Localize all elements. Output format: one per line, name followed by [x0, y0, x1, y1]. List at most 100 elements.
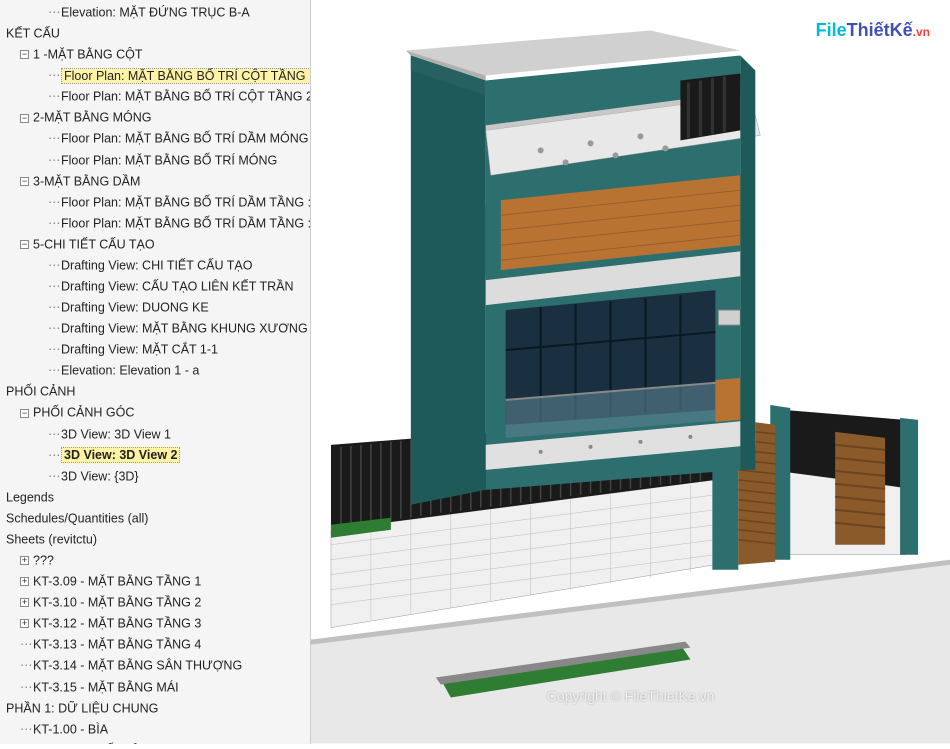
tree-container: ⋯Elevation: MẶT ĐỨNG TRỤC B-AKẾT CẤU−1 -…	[0, 2, 310, 744]
tree-node-35[interactable]: ⋯KT-1.01 - PHỐI CẢNH	[0, 740, 310, 744]
tree-node-10[interactable]: ⋯ Floor Plan: MẶT BẰNG BỐ TRÍ DẦM TẦNG :	[0, 213, 310, 234]
tree-node-label[interactable]: KT-3.12 - MẶT BẰNG TẦNG 3	[33, 617, 201, 631]
tree-node-label[interactable]: KT-3.15 - MẶT BẰNG MÁI	[33, 680, 179, 694]
tree-connector-icon: ⋯	[48, 467, 57, 486]
collapse-icon[interactable]: −	[20, 240, 29, 249]
tree-node-11[interactable]: −5-CHI TIẾT CẤU TẠO	[0, 234, 310, 255]
tree-node-27[interactable]: + KT-3.09 - MẶT BẰNG TẦNG 1	[0, 571, 310, 592]
expand-icon[interactable]: +	[20, 598, 29, 607]
tree-connector-icon: ⋯	[48, 256, 57, 275]
collapse-icon[interactable]: −	[20, 114, 29, 123]
tree-connector-icon: ⋯	[20, 656, 29, 675]
tree-node-34[interactable]: ⋯KT-1.00 - BÌA	[0, 719, 310, 740]
logo-part-file: File	[816, 20, 847, 40]
tree-node-17[interactable]: ⋯ Elevation: Elevation 1 - a	[0, 360, 310, 381]
tree-node-15[interactable]: ⋯ Drafting View: MẶT BẰNG KHUNG XƯƠNG	[0, 318, 310, 339]
tree-node-32[interactable]: ⋯KT-3.15 - MẶT BẰNG MÁI	[0, 677, 310, 698]
tree-node-label[interactable]: KT-3.09 - MẶT BẰNG TẦNG 1	[33, 574, 201, 588]
tree-node-22[interactable]: ⋯ 3D View: {3D}	[0, 466, 310, 487]
collapse-icon[interactable]: −	[20, 177, 29, 186]
tree-connector-icon: ⋯	[20, 635, 29, 654]
tree-node-label[interactable]: KT-3.14 - MẶT BẰNG SÂN THƯỢNG	[33, 659, 242, 673]
collapse-icon[interactable]: −	[20, 409, 29, 418]
tree-node-21[interactable]: ⋯3D View: 3D View 2	[0, 445, 310, 466]
expand-icon[interactable]: +	[20, 577, 29, 586]
logo-part-vn: .vn	[913, 25, 930, 39]
3d-viewport[interactable]: FileThiếtKế.vn Copyright © FileThietKe.v…	[310, 0, 950, 744]
tree-node-29[interactable]: + KT-3.12 - MẶT BẰNG TẦNG 3	[0, 613, 310, 634]
tree-node-label[interactable]: Drafting View: MẶT BẰNG KHUNG XƯƠNG	[61, 322, 308, 336]
tree-node-9[interactable]: ⋯ Floor Plan: MẶT BẰNG BỐ TRÍ DẦM TẦNG :	[0, 192, 310, 213]
expand-icon[interactable]: +	[20, 619, 29, 628]
tree-node-2[interactable]: −1 -MẶT BẰNG CỘT	[0, 44, 310, 65]
tree-node-label[interactable]: KT-3.10 - MẶT BẰNG TẦNG 2	[33, 596, 201, 610]
tree-node-26[interactable]: +???	[0, 550, 310, 571]
tree-node-label[interactable]: Floor Plan: MẶT BẰNG BỐ TRÍ MÓNG	[61, 153, 277, 167]
tree-node-label[interactable]: Floor Plan: MẶT BẰNG BỐ TRÍ CỘT TẦNG 2	[61, 90, 310, 104]
tree-node-20[interactable]: ⋯ 3D View: 3D View 1	[0, 424, 310, 445]
tree-node-label[interactable]: Floor Plan: MẶT BẰNG BỐ TRÍ CỘT TẦNG 1	[61, 68, 310, 84]
tree-node-label[interactable]: Floor Plan: MẶT BẰNG BỐ TRÍ DẦM MÓNG	[61, 132, 309, 146]
tree-node-24[interactable]: Schedules/Quantities (all)	[0, 508, 310, 529]
tree-connector-icon: ⋯	[48, 3, 57, 22]
tree-node-label[interactable]: Floor Plan: MẶT BẰNG BỐ TRÍ DẦM TẦNG :	[61, 195, 310, 209]
project-browser-panel[interactable]: ⋯Elevation: MẶT ĐỨNG TRỤC B-AKẾT CẤU−1 -…	[0, 0, 310, 744]
tree-node-13[interactable]: ⋯Drafting View: CẤU TẠO LIÊN KẾT TRẦN	[0, 276, 310, 297]
collapse-icon[interactable]: −	[20, 50, 29, 59]
tree-node-label[interactable]: 2-MẶT BẰNG MÓNG	[33, 111, 152, 125]
tree-node-label[interactable]: Schedules/Quantities (all)	[6, 511, 148, 525]
tree-node-28[interactable]: + KT-3.10 - MẶT BẰNG TẦNG 2	[0, 592, 310, 613]
tree-node-1[interactable]: KẾT CẤU	[0, 23, 310, 44]
tree-node-label[interactable]: Elevation: MẶT ĐỨNG TRỤC B-A	[61, 5, 250, 19]
tree-node-label[interactable]: 3D View: {3D}	[61, 469, 139, 483]
tree-connector-icon: ⋯	[48, 319, 57, 338]
tree-node-33[interactable]: PHẦN 1: DỮ LIỆU CHUNG	[0, 698, 310, 719]
expand-icon[interactable]: +	[20, 556, 29, 565]
tree-node-label[interactable]: 3-MẶT BẰNG DẦM	[33, 174, 140, 188]
tree-node-5[interactable]: −2-MẶT BẰNG MÓNG	[0, 107, 310, 128]
tree-node-label[interactable]: Sheets (revitctu)	[6, 532, 97, 546]
tree-node-23[interactable]: Legends	[0, 487, 310, 508]
tree-node-label[interactable]: 3D View: 3D View 1	[61, 427, 171, 441]
tree-node-label[interactable]: PHẦN 1: DỮ LIỆU CHUNG	[6, 701, 158, 715]
tree-connector-icon: ⋯	[48, 193, 57, 212]
tree-node-label[interactable]: Elevation: Elevation 1 - a	[61, 364, 199, 378]
tree-connector-icon: ⋯	[48, 214, 57, 233]
viewport-inner: FileThiếtKế.vn Copyright © FileThietKe.v…	[311, 0, 950, 744]
tree-node-label[interactable]: KẾT CẤU	[6, 26, 60, 40]
tree-connector-icon: ⋯	[48, 66, 57, 85]
tree-node-label[interactable]: PHỐI CẢNH GÓC	[33, 406, 134, 420]
tree-node-4[interactable]: ⋯ Floor Plan: MẶT BẰNG BỐ TRÍ CỘT TẦNG 2	[0, 86, 310, 107]
tree-node-31[interactable]: ⋯ KT-3.14 - MẶT BẰNG SÂN THƯỢNG	[0, 655, 310, 676]
tree-node-12[interactable]: ⋯ Drafting View: CHI TIẾT CẤU TẠO	[0, 255, 310, 276]
tree-connector-icon: ⋯	[48, 425, 57, 444]
tree-node-18[interactable]: PHỐI CẢNH	[0, 381, 310, 402]
watermark-logo: FileThiếtKế.vn	[816, 20, 930, 41]
tree-connector-icon: ⋯	[48, 361, 57, 380]
tree-node-3[interactable]: ⋯Floor Plan: MẶT BẰNG BỐ TRÍ CỘT TẦNG 1	[0, 65, 310, 86]
tree-node-label[interactable]: Drafting View: MẶT CẮT 1-1	[61, 343, 218, 357]
tree-node-label[interactable]: Drafting View: DUONG KE	[61, 300, 209, 314]
tree-connector-icon: ⋯	[48, 87, 57, 106]
tree-node-label[interactable]: Floor Plan: MẶT BẰNG BỐ TRÍ DẦM TẦNG :	[61, 216, 310, 230]
tree-node-label[interactable]: Drafting View: CHI TIẾT CẤU TẠO	[61, 258, 253, 272]
tree-node-label[interactable]: 1 -MẶT BẰNG CỘT	[33, 47, 143, 61]
tree-node-label[interactable]: 3D View: 3D View 2	[61, 447, 180, 463]
tree-connector-icon: ⋯	[48, 129, 57, 148]
tree-node-8[interactable]: −3-MẶT BẰNG DẦM	[0, 171, 310, 192]
tree-node-6[interactable]: ⋯ Floor Plan: MẶT BẰNG BỐ TRÍ DẦM MÓNG	[0, 128, 310, 149]
tree-node-label[interactable]: Legends	[6, 490, 54, 504]
tree-node-0[interactable]: ⋯ Elevation: MẶT ĐỨNG TRỤC B-A	[0, 2, 310, 23]
tree-node-label[interactable]: 5-CHI TIẾT CẤU TẠO	[33, 237, 155, 251]
tree-node-7[interactable]: ⋯Floor Plan: MẶT BẰNG BỐ TRÍ MÓNG	[0, 150, 310, 171]
tree-node-label[interactable]: KT-1.00 - BÌA	[33, 722, 108, 736]
tree-node-30[interactable]: ⋯ KT-3.13 - MẶT BẰNG TẦNG 4	[0, 634, 310, 655]
tree-node-16[interactable]: ⋯Drafting View: MẶT CẮT 1-1	[0, 339, 310, 360]
tree-node-14[interactable]: ⋯Drafting View: DUONG KE	[0, 297, 310, 318]
tree-node-25[interactable]: Sheets (revitctu)	[0, 529, 310, 550]
tree-node-19[interactable]: −PHỐI CẢNH GÓC	[0, 402, 310, 423]
tree-node-label[interactable]: ???	[33, 553, 54, 567]
tree-node-label[interactable]: Drafting View: CẤU TẠO LIÊN KẾT TRẦN	[61, 279, 293, 293]
tree-node-label[interactable]: PHỐI CẢNH	[6, 385, 75, 399]
tree-node-label[interactable]: KT-3.13 - MẶT BẰNG TẦNG 4	[33, 638, 201, 652]
